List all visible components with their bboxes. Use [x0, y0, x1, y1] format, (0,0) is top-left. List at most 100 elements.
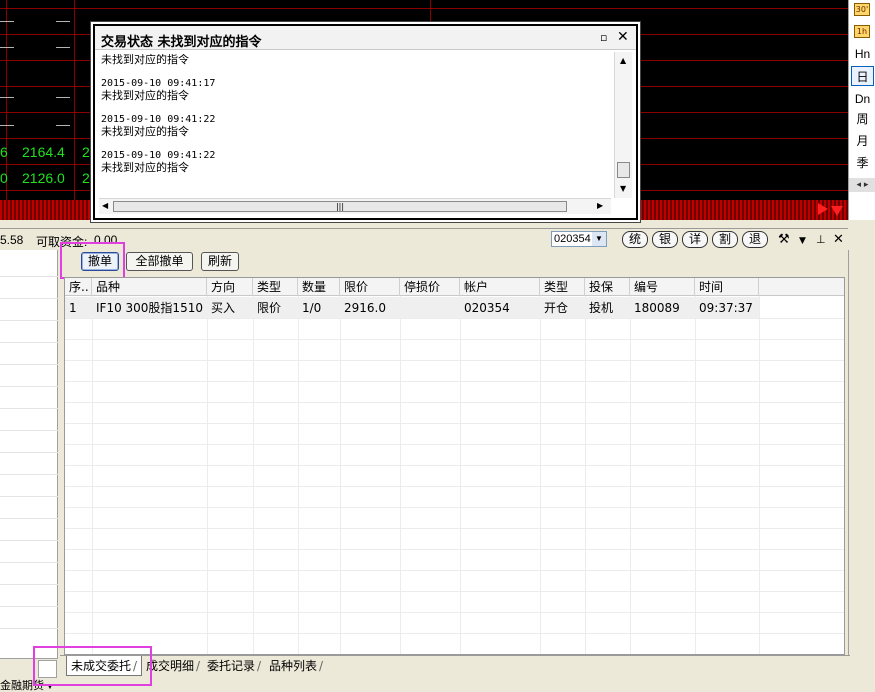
tab-label: 品种列表 [269, 659, 318, 673]
bank-button[interactable]: 银 [652, 231, 678, 248]
col-header-position-type[interactable]: 类型 [540, 278, 585, 296]
trade-status-dialog: 交易状态 未找到对应的指令 ▫ ✕ 未找到对应的指令 2015-09-10 09… [93, 24, 638, 220]
dropdown-icon[interactable]: ▼ [799, 234, 806, 249]
quote-cell: — [56, 88, 70, 104]
log-message: 未找到对应的指令 [101, 54, 189, 66]
cell-quantity: 1/0 [302, 301, 322, 315]
close-icon[interactable]: ✕ [833, 232, 844, 247]
detail-button[interactable]: 详 [682, 231, 708, 248]
bottom-tab-bar: 未成交委托 / 成交明细 / 委托记录 / 品种列表 / [60, 655, 850, 677]
quote-price: 2164.4 [22, 144, 65, 160]
quote-cell: — [56, 116, 70, 132]
cell-hedge: 投机 [589, 301, 614, 315]
account-select[interactable]: 020354 ▼ [551, 231, 607, 247]
cell-direction: 买入 [211, 301, 236, 315]
col-header-order-type[interactable]: 类型 [253, 278, 298, 296]
table-header: 序.. 品种 方向 类型 数量 限价 停损价 帐户 类型 投保 编号 时间 [65, 278, 844, 296]
status-log: 未找到对应的指令 2015-09-10 09:41:17 未找到对应的指令 20… [101, 54, 611, 194]
period-week[interactable]: 周 [851, 109, 874, 129]
refresh-button[interactable]: 刷新 [201, 252, 239, 271]
stats-button[interactable]: 统 [622, 231, 648, 248]
period-quarter[interactable]: 季 [851, 153, 874, 173]
col-header-order-id[interactable]: 编号 [630, 278, 695, 296]
tab-trade-details[interactable]: 成交明细 / [142, 656, 204, 676]
col-header-time[interactable]: 时间 [695, 278, 759, 296]
exit-button[interactable]: 退 [742, 231, 768, 248]
col-header-direction[interactable]: 方向 [207, 278, 253, 296]
scroll-left-icon[interactable]: ◀ [102, 201, 108, 210]
cell-order-type: 限价 [257, 301, 282, 315]
period-30min-icon[interactable]: 30' [854, 3, 870, 16]
cell-position-type: 开仓 [544, 301, 569, 315]
quote-cell: — [0, 12, 14, 28]
balance-value: 5.58 [0, 233, 24, 247]
tab-contract-list[interactable]: 品种列表 / [265, 656, 327, 676]
cell-contract: IF10 300股指1510 [96, 301, 203, 315]
left-bottom-strip [0, 658, 58, 678]
period-month[interactable]: 月 [851, 131, 874, 151]
account-select-value: 020354 [554, 233, 591, 245]
market-category-label: 金融期货 [0, 680, 44, 692]
col-header-stop-price[interactable]: 停损价 [400, 278, 460, 296]
cancel-order-button[interactable]: 撤单 [81, 252, 119, 271]
col-header-contract[interactable]: 品种 [92, 278, 207, 296]
scroll-up-icon[interactable]: ▲ [620, 56, 626, 65]
quote-cell: 2 [82, 170, 90, 186]
cell-account: 020354 [464, 301, 510, 315]
quote-cell: 0 [0, 170, 8, 186]
tab-order-history[interactable]: 委托记录 / [203, 656, 265, 676]
period-dn[interactable]: Dn [851, 89, 874, 109]
left-bottom-box[interactable] [38, 660, 57, 678]
cell-seq: 1 [69, 301, 77, 315]
log-message: 未找到对应的指令 [101, 89, 189, 102]
quote-cell: — [0, 38, 14, 54]
cell-stop-price [400, 298, 460, 318]
cancel-all-button[interactable]: 全部撤单 [126, 252, 193, 271]
dialog-horizontal-scrollbar[interactable]: ◀ ||| ▶ [99, 198, 611, 214]
cell-time: 09:37:37 [699, 301, 753, 315]
quote-cell: 6 [0, 144, 8, 160]
quote-cell: — [0, 88, 14, 104]
pin-icon[interactable]: ⊥ [816, 232, 826, 247]
quote-cell: — [56, 12, 70, 28]
col-header-hedge[interactable]: 投保 [585, 278, 630, 296]
scroll-thumb[interactable]: ||| [113, 201, 567, 212]
log-message: 未找到对应的指令 [101, 161, 189, 174]
quote-cell: — [0, 116, 14, 132]
arrow-right-icon[interactable] [818, 203, 828, 215]
period-scroll[interactable]: ◂ ▸ [849, 178, 875, 192]
period-day[interactable]: 日 [851, 66, 874, 86]
dialog-vertical-scrollbar[interactable]: ▲ ▼ [614, 52, 632, 198]
close-icon[interactable]: ✕ [617, 29, 629, 45]
quote-cell: — [56, 38, 70, 54]
chevron-down-icon[interactable]: ▼ [46, 682, 54, 691]
available-funds-label: 可取资金: [36, 235, 88, 249]
period-hn[interactable]: Hn [851, 44, 874, 64]
period-1h-icon[interactable]: 1h [854, 25, 870, 38]
pending-orders-table: 序.. 品种 方向 类型 数量 限价 停损价 帐户 类型 投保 编号 时间 1 … [64, 277, 845, 655]
tab-label: 未成交委托 [71, 659, 132, 673]
split-button[interactable]: 割 [712, 231, 738, 248]
tools-icon[interactable]: ⚒ [778, 232, 790, 247]
col-header-limit-price[interactable]: 限价 [340, 278, 400, 296]
scroll-right-icon[interactable]: ▶ [597, 201, 603, 210]
scroll-thumb[interactable] [617, 162, 630, 178]
cell-order-id: 180089 [634, 301, 680, 315]
market-category-select[interactable]: 金融期货 ▼ [0, 681, 54, 692]
scroll-down-icon[interactable]: ▼ [620, 184, 626, 193]
col-header-account[interactable]: 帐户 [460, 278, 540, 296]
pin-icon[interactable]: ▫ [600, 31, 607, 44]
col-header-seq[interactable]: 序.. [65, 278, 92, 296]
tab-label: 成交明细 [146, 659, 195, 673]
tab-pending-orders[interactable]: 未成交委托 / [66, 656, 143, 676]
arrow-down-icon[interactable] [831, 206, 843, 216]
tab-label: 委托记录 [207, 659, 256, 673]
chevron-down-icon[interactable]: ▼ [592, 232, 606, 246]
col-header-quantity[interactable]: 数量 [298, 278, 340, 296]
left-panel [0, 250, 58, 658]
dialog-titlebar[interactable]: 交易状态 未找到对应的指令 ▫ ✕ [95, 26, 636, 50]
account-info-bar: 5.58 可取资金: 0.00 020354 ▼ 统 银 详 割 退 ⚒ ▼ ⊥… [0, 228, 848, 250]
right-scrollbar[interactable] [848, 250, 875, 658]
dialog-title: 交易状态 未找到对应的指令 [101, 35, 262, 50]
quote-cell: 2 [82, 144, 90, 160]
